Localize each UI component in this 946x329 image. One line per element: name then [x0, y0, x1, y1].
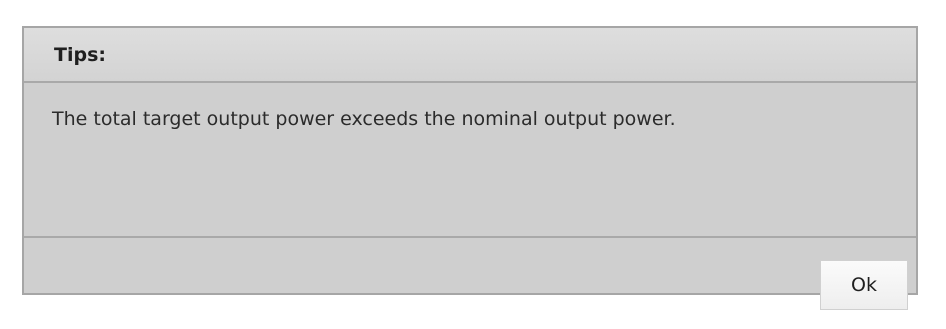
- dialog-message: The total target output power exceeds th…: [52, 108, 676, 130]
- dialog-footer: Ok: [24, 236, 916, 310]
- dialog-header: Tips:: [24, 28, 916, 83]
- dialog-title: Tips:: [54, 44, 106, 66]
- ok-button[interactable]: Ok: [820, 260, 908, 310]
- tips-dialog: Tips: The total target output power exce…: [22, 26, 918, 310]
